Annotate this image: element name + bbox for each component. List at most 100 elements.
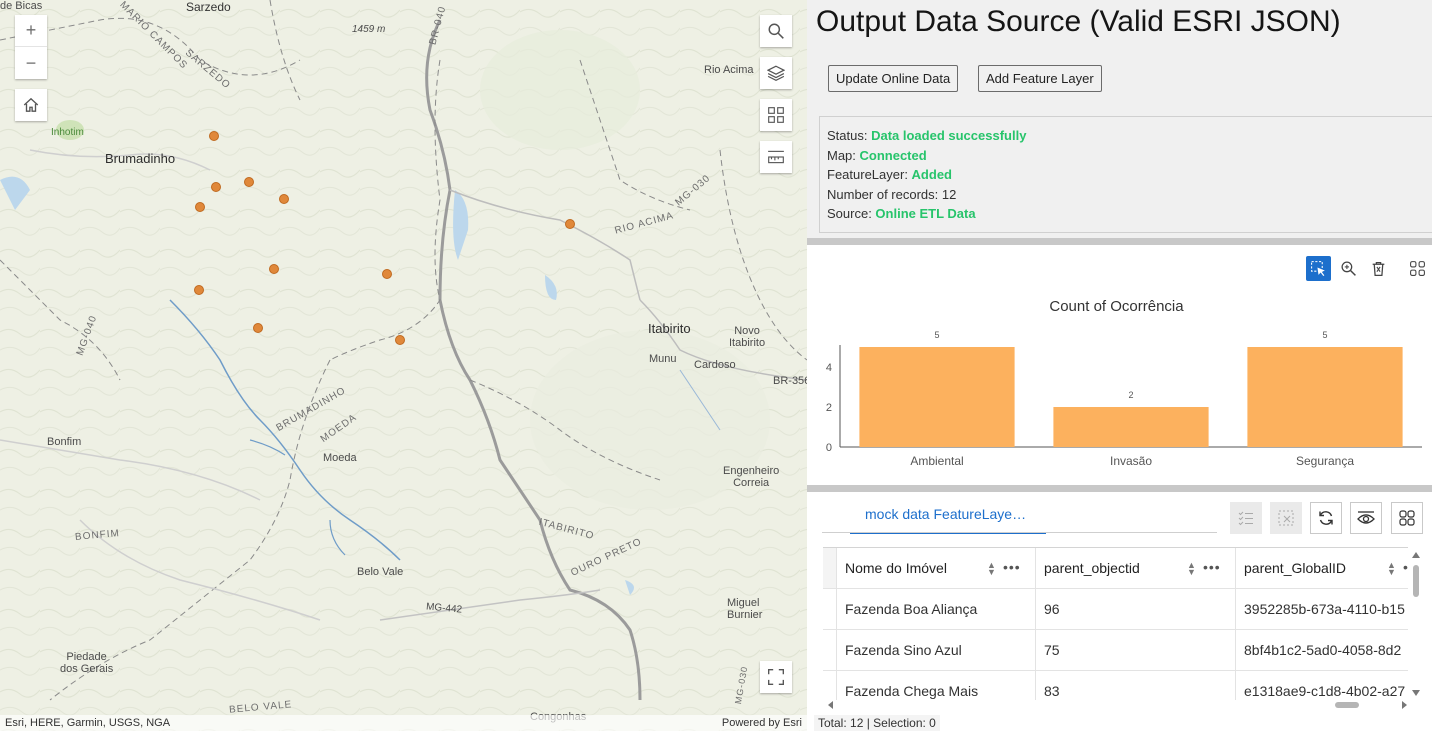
column-menu-icon[interactable]: •••	[1003, 559, 1021, 575]
map-status-line: Map: Connected	[827, 146, 1432, 166]
map-point[interactable]	[195, 202, 205, 212]
clear-selection-button[interactable]	[1270, 502, 1302, 534]
table-cell: 96	[1035, 589, 1235, 629]
y-tick-label: 2	[826, 402, 832, 414]
status-label: Status:	[827, 128, 872, 143]
map-point[interactable]	[382, 269, 392, 279]
map-point[interactable]	[211, 182, 221, 192]
column-header-parent-globalid[interactable]: parent_GlobalID ▲▼ •••	[1235, 548, 1408, 588]
y-tick-label: 4	[826, 362, 832, 374]
home-button[interactable]	[15, 89, 47, 121]
map-label-novo-itabirito: Novo Itabirito	[729, 325, 766, 349]
map-label-br356: BR-356	[773, 375, 807, 387]
map-label-inhotim: Inhotim	[51, 127, 84, 138]
table-cell: Fazenda Chega Mais	[836, 671, 1035, 700]
tab-mock-data-feature-layer[interactable]: mock data FeatureLaye…	[850, 506, 1046, 534]
attribution-text[interactable]: Esri, HERE, Garmin, USGS, NGA	[5, 717, 170, 729]
column-header-label: Nome do Imóvel	[845, 560, 947, 576]
chart-more-button[interactable]	[1405, 256, 1430, 281]
layer-status-line: FeatureLayer: Added	[827, 165, 1432, 185]
search-control	[760, 15, 792, 47]
measure-button[interactable]	[760, 141, 792, 173]
map-label-bonfim: Bonfim	[47, 436, 82, 448]
panel-divider[interactable]	[807, 485, 1432, 492]
basemap-control	[760, 99, 792, 131]
column-header-parent-objectid[interactable]: parent_objectid ▲ ▼ •••	[1035, 548, 1235, 588]
trash-icon	[1372, 262, 1385, 277]
chart-bar[interactable]	[1053, 407, 1209, 447]
map-label-engenheiro-correia: Engenheiro Correia	[723, 465, 780, 489]
table-row[interactable]: Fazenda Sino Azul 75 8bf4b1c2-5ad0-4058-…	[823, 630, 1408, 671]
map-point[interactable]	[279, 194, 289, 204]
table-cell: e1318ae9-c1d8-4b02-a27	[1235, 671, 1408, 700]
chart-zoom-button[interactable]	[1336, 256, 1361, 281]
map-label-munu: Munu	[649, 353, 677, 365]
zoom-in-button[interactable]: +	[15, 15, 47, 47]
powered-by-esri[interactable]: Powered by Esri	[722, 717, 802, 729]
row-selector[interactable]	[823, 671, 836, 700]
table-row[interactable]: Fazenda Chega Mais 83 e1318ae9-c1d8-4b02…	[823, 671, 1408, 700]
vertical-scrollbar[interactable]	[1410, 550, 1422, 700]
records-value: 12	[941, 186, 957, 202]
add-feature-layer-button[interactable]: Add Feature Layer	[978, 65, 1102, 92]
map-point[interactable]	[244, 177, 254, 187]
sort-icon[interactable]: ▲ ▼	[1387, 561, 1396, 577]
column-header-label: parent_objectid	[1044, 560, 1140, 576]
map-point[interactable]	[209, 131, 219, 141]
attribute-table[interactable]: Nome do Imóvel ▲ ▼ ••• parent_objectid ▲ ▼…	[823, 547, 1408, 700]
source-label: Source:	[827, 206, 876, 221]
eye-icon	[1357, 511, 1375, 524]
map-view[interactable]: de Bicas Sarzedo MARIO CAMPOS SARZEDO 14…	[0, 0, 807, 731]
row-selector[interactable]	[823, 630, 836, 670]
fullscreen-icon	[768, 669, 784, 685]
table-more-button[interactable]	[1391, 502, 1423, 534]
map-label-piedade: Piedade dos Gerais	[60, 651, 114, 675]
side-panel: Output Data Source (Valid ESRI JSON) Upd…	[807, 0, 1432, 731]
column-header-nome[interactable]: Nome do Imóvel ▲ ▼ •••	[836, 548, 1035, 588]
search-button[interactable]	[760, 15, 792, 47]
chart-select-button[interactable]	[1306, 256, 1331, 281]
show-selection-button[interactable]	[1230, 502, 1262, 534]
update-online-data-button[interactable]: Update Online Data	[828, 65, 959, 92]
map-point[interactable]	[253, 323, 263, 333]
refresh-button[interactable]	[1310, 502, 1342, 534]
row-selector-header[interactable]	[823, 548, 836, 588]
sort-icon[interactable]: ▲ ▼	[1187, 561, 1196, 577]
map-label-cardoso: Cardoso	[694, 359, 736, 371]
basemap-gallery-button[interactable]	[760, 99, 792, 131]
zoom-out-button[interactable]: −	[15, 47, 47, 79]
map-label-bicas: de Bicas	[0, 0, 43, 12]
measure-control	[760, 141, 792, 173]
records-line: Number of records: 12	[827, 185, 1432, 205]
column-menu-icon[interactable]: •••	[1203, 559, 1221, 575]
source-value: Online ETL Data	[875, 206, 976, 221]
table-row[interactable]: Fazenda Boa Aliança 96 3952285b-673a-411…	[823, 589, 1408, 630]
table-cell: 3952285b-673a-4110-b15	[1235, 589, 1408, 629]
map-label-sarzedo: Sarzedo	[186, 0, 231, 14]
map-label-elevation: 1459 m	[352, 24, 386, 35]
source-line: Source: Online ETL Data	[827, 204, 1432, 224]
horizontal-scrollbar[interactable]	[827, 699, 1412, 711]
table-footer-total: Total: 12 | Selection: 0	[814, 715, 940, 731]
panel-divider[interactable]	[807, 238, 1432, 245]
x-tick-label: Ambiental	[910, 454, 963, 468]
sort-icon[interactable]: ▲ ▼	[987, 561, 996, 577]
show-hide-columns-button[interactable]	[1350, 502, 1382, 534]
table-cell: Fazenda Boa Aliança	[836, 589, 1035, 629]
map-point[interactable]	[395, 335, 405, 345]
column-menu-icon[interactable]: •••	[1403, 559, 1408, 575]
chart-clear-selection-button[interactable]	[1366, 256, 1391, 281]
output-data-source-panel: Output Data Source (Valid ESRI JSON) Upd…	[807, 0, 1432, 238]
map-point[interactable]	[565, 219, 575, 229]
layer-list-button[interactable]	[760, 57, 792, 89]
fullscreen-button[interactable]	[760, 661, 792, 693]
chart-bar[interactable]	[1247, 347, 1403, 447]
chart-title: Count of Ocorrência	[1049, 298, 1184, 315]
map-point[interactable]	[194, 285, 204, 295]
status-box: Status: Data loaded successfully Map: Co…	[819, 116, 1432, 233]
row-selector[interactable]	[823, 589, 836, 629]
map-point[interactable]	[269, 264, 279, 274]
chart-bar[interactable]	[859, 347, 1015, 447]
basemap	[0, 0, 807, 731]
bar-chart[interactable]: Count of Ocorrência 0 2 4 5 Ambiental 2 Invasão…	[807, 285, 1432, 477]
